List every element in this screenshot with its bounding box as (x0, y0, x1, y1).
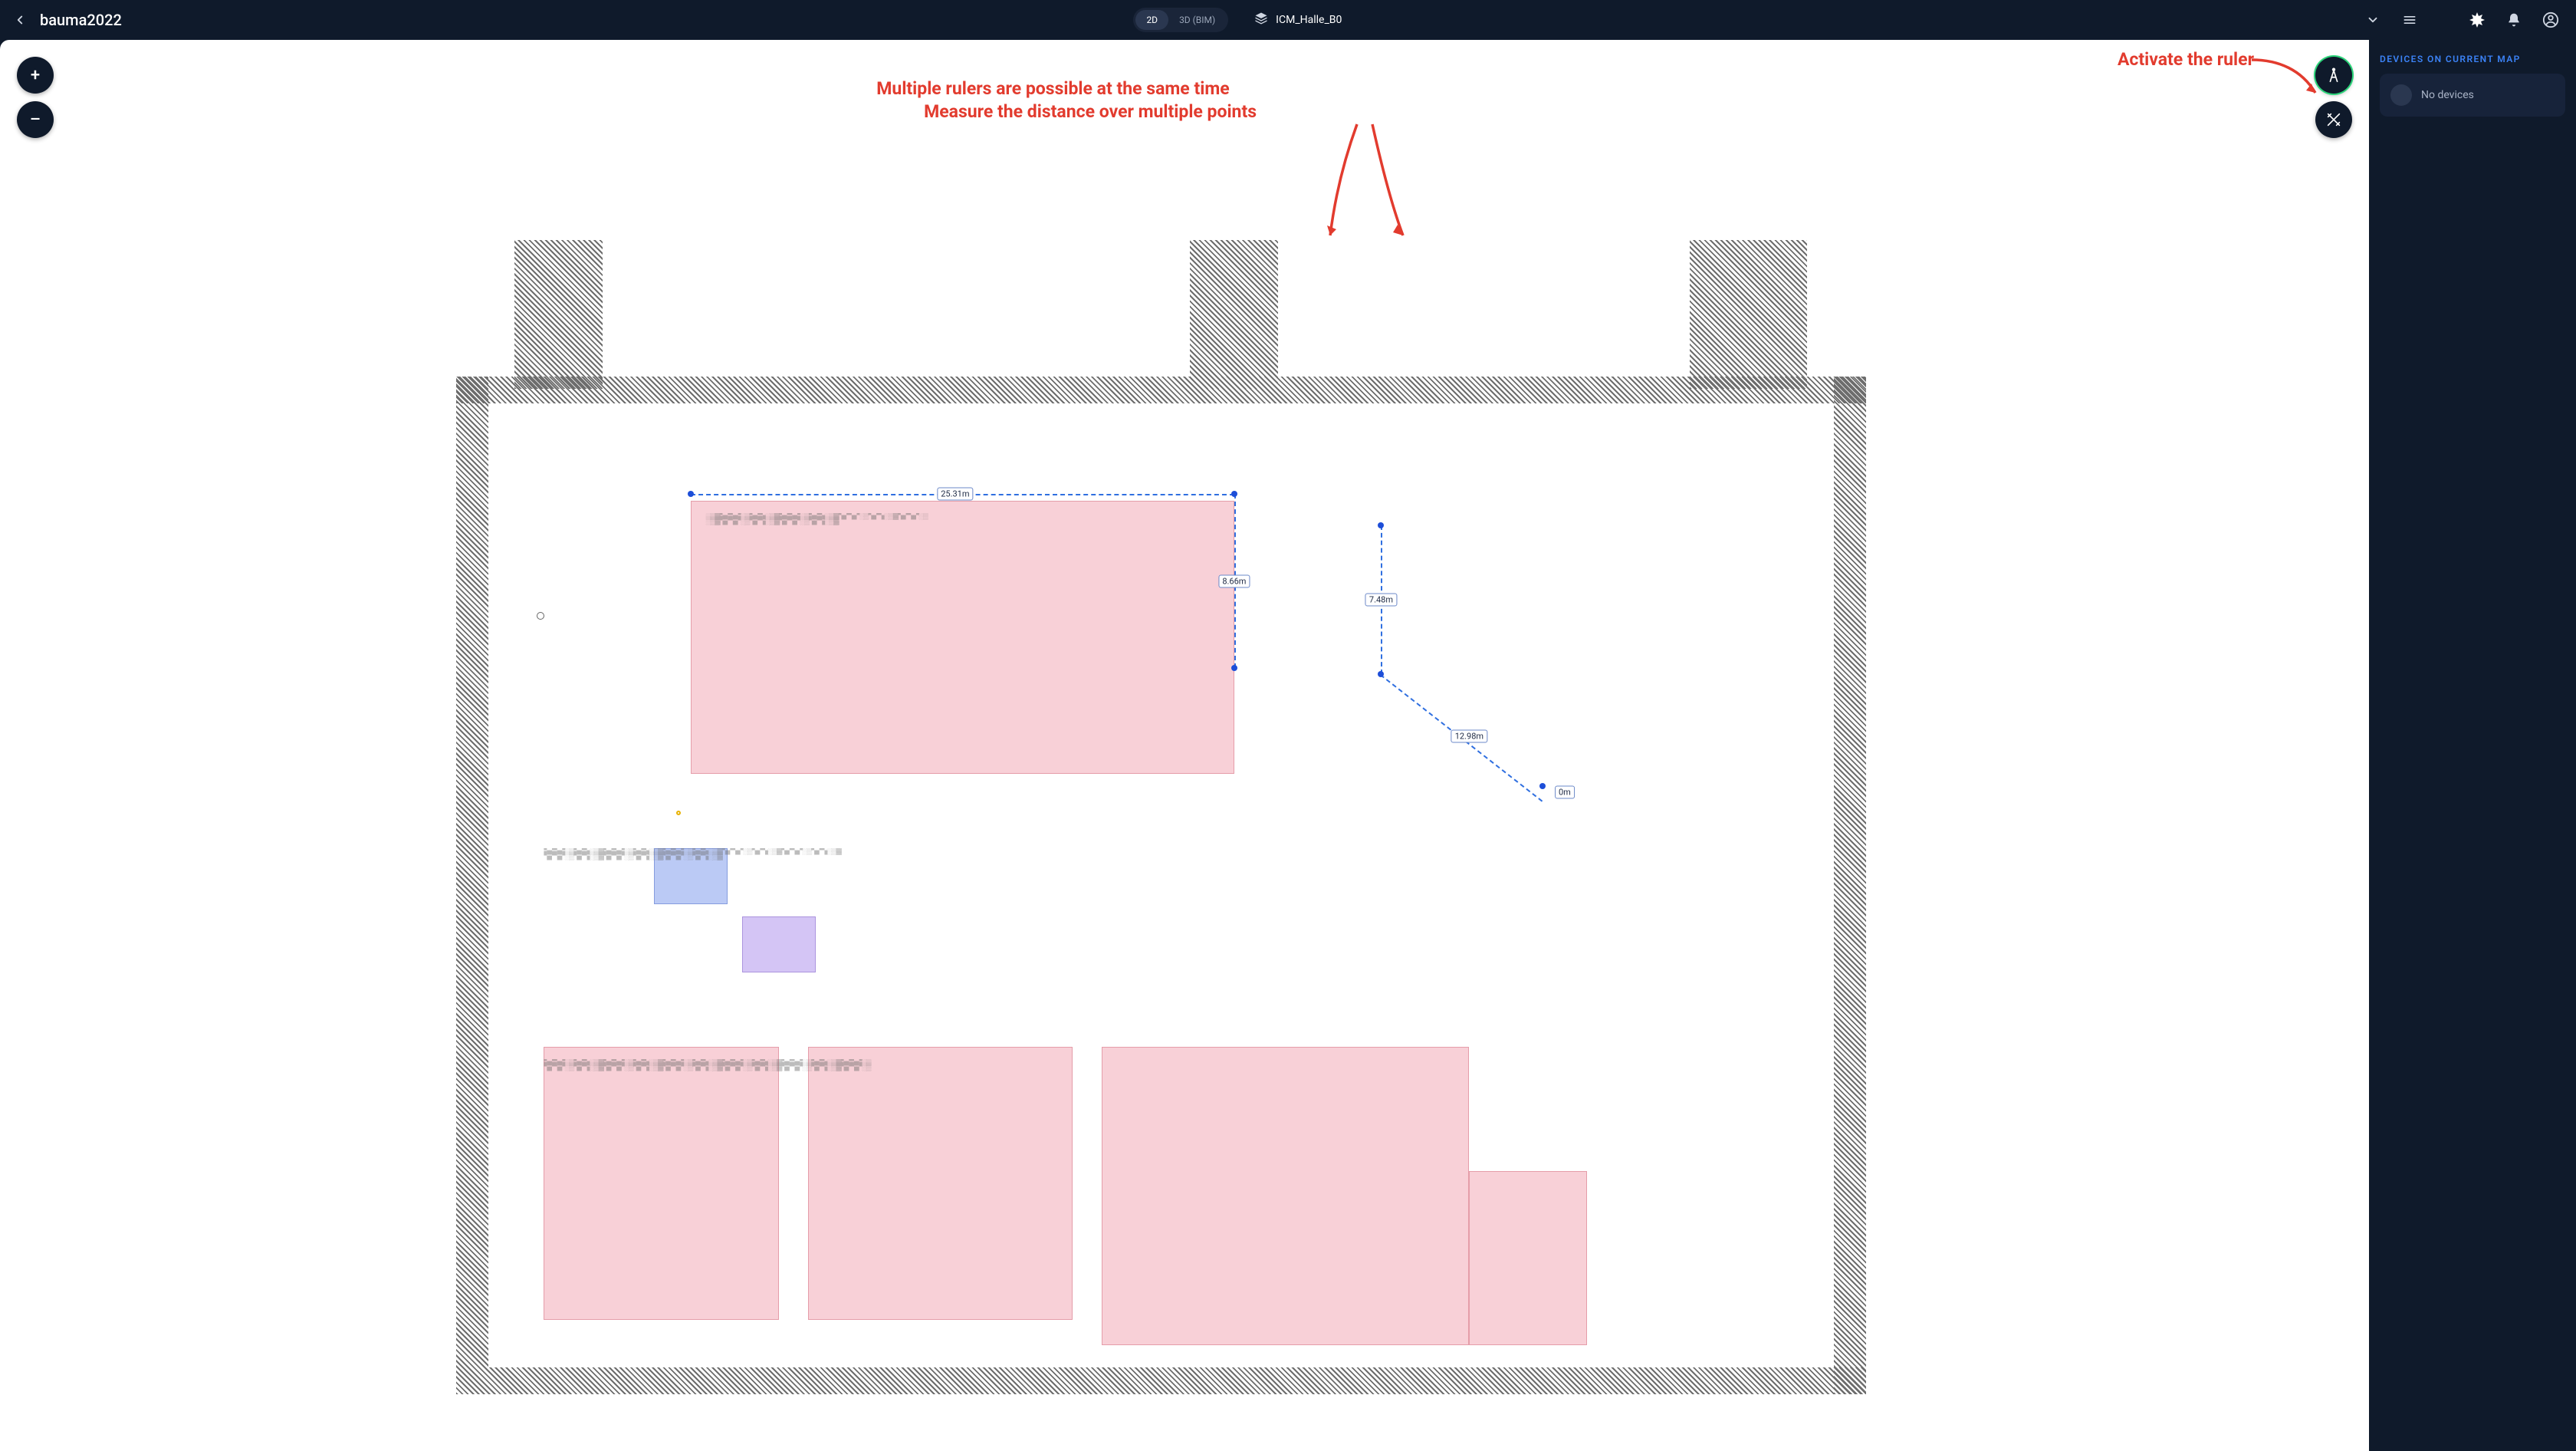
view-mode-2d[interactable]: 2D (1135, 10, 1168, 30)
map-name: ICM_Halle_B0 (1276, 14, 1342, 26)
wall (456, 377, 1866, 404)
wall (514, 240, 603, 389)
account-button[interactable] (2539, 8, 2562, 31)
zoom-out-button[interactable]: – (17, 101, 54, 138)
ruler-tool-button[interactable] (2315, 57, 2352, 94)
ruler-label: 8.66m (1218, 574, 1250, 587)
ruler-label: 7.48m (1365, 594, 1397, 607)
view-mode-toggle: 2D 3D (BIM) (1133, 8, 1228, 32)
zoom-in-button[interactable]: + (17, 57, 54, 94)
layers-icon (1254, 12, 1268, 28)
scan-noise: ▚▞▚▞░▒▚▞▚░▒▓▚▞▚▞░▒▚▞▚░▒▓▚▞▚▞░▒▚▞▚░▒▓▚▞▚▞… (544, 1059, 1454, 1332)
ruler-point[interactable] (1378, 522, 1384, 528)
sidebar: DEVICES ON CURRENT MAP No devices (2369, 40, 2576, 1451)
map-canvas[interactable]: + – Activate the ruler Multiple rulers a… (0, 40, 2369, 1451)
annotation-multiple-rulers: Multiple rulers are possible at the same… (876, 78, 1229, 99)
ruler-point[interactable] (1231, 491, 1237, 497)
expand-dropdown-button[interactable] (2361, 8, 2384, 31)
project-title: bauma2022 (40, 11, 122, 29)
ruler-label: 12.98m (1451, 730, 1487, 743)
zone-overlay (1469, 1171, 1586, 1345)
wall (1834, 377, 1866, 1395)
annotation-activate-ruler: Activate the ruler (2118, 49, 2254, 70)
devices-empty-text: No devices (2421, 89, 2474, 101)
menu-button[interactable] (2398, 8, 2421, 31)
marker-ring (537, 612, 544, 620)
ruler-point[interactable] (1378, 671, 1384, 677)
ruler-point[interactable] (1539, 783, 1546, 789)
sidebar-title: DEVICES ON CURRENT MAP (2380, 54, 2565, 64)
annotation-arrow-icon (1326, 120, 1418, 251)
wall (456, 1367, 1866, 1395)
scan-noise: ░▒▓▚▞▚▞░▒▚▞▚░▒▓▚▞▚▞░▒▚▞▚░▒▓▚▞▚▞░▒▚▞▚░▒▓▚… (705, 513, 1220, 762)
back-button[interactable] (9, 9, 31, 31)
devices-empty-card: No devices (2380, 74, 2565, 117)
annotation-arrow-icon (2248, 51, 2325, 104)
design-tools-button[interactable] (2315, 101, 2352, 138)
ruler-label: 25.31m (937, 488, 973, 501)
notifications-button[interactable] (2502, 8, 2525, 31)
scan-noise: ▚▞▚▞░▒▚▞▚░▒▓▚▞▚▞░▒▚▞▚░▒▓▚▞▚▞░▒▚▞▚░▒▓▚▞▚▞… (544, 848, 1219, 972)
floor-plan: ▚▞▚▞░▒▚▞▚░▒▓▚▞▚▞░▒▚▞▚░▒▓▚▞▚▞░▒▚▞▚░▒▓▚▞▚▞… (426, 153, 1895, 1394)
device-status-dot (2390, 84, 2412, 106)
map-selector[interactable]: ICM_Halle_B0 (1247, 7, 1349, 33)
wall (1690, 240, 1807, 389)
ruler-label: 0m (1555, 786, 1575, 799)
annotation-measure-multipoint: Measure the distance over multiple point… (924, 101, 1257, 122)
wall (1190, 240, 1278, 389)
view-mode-3d[interactable]: 3D (BIM) (1168, 10, 1226, 30)
ruler-point[interactable] (688, 491, 694, 497)
top-bar: bauma2022 2D 3D (BIM) ICM_Halle_B0 (0, 0, 2576, 40)
marker-yellow-dot (676, 811, 681, 815)
ruler-point[interactable] (1231, 665, 1237, 671)
wall (456, 377, 488, 1395)
brand-logo-icon (2466, 8, 2489, 31)
